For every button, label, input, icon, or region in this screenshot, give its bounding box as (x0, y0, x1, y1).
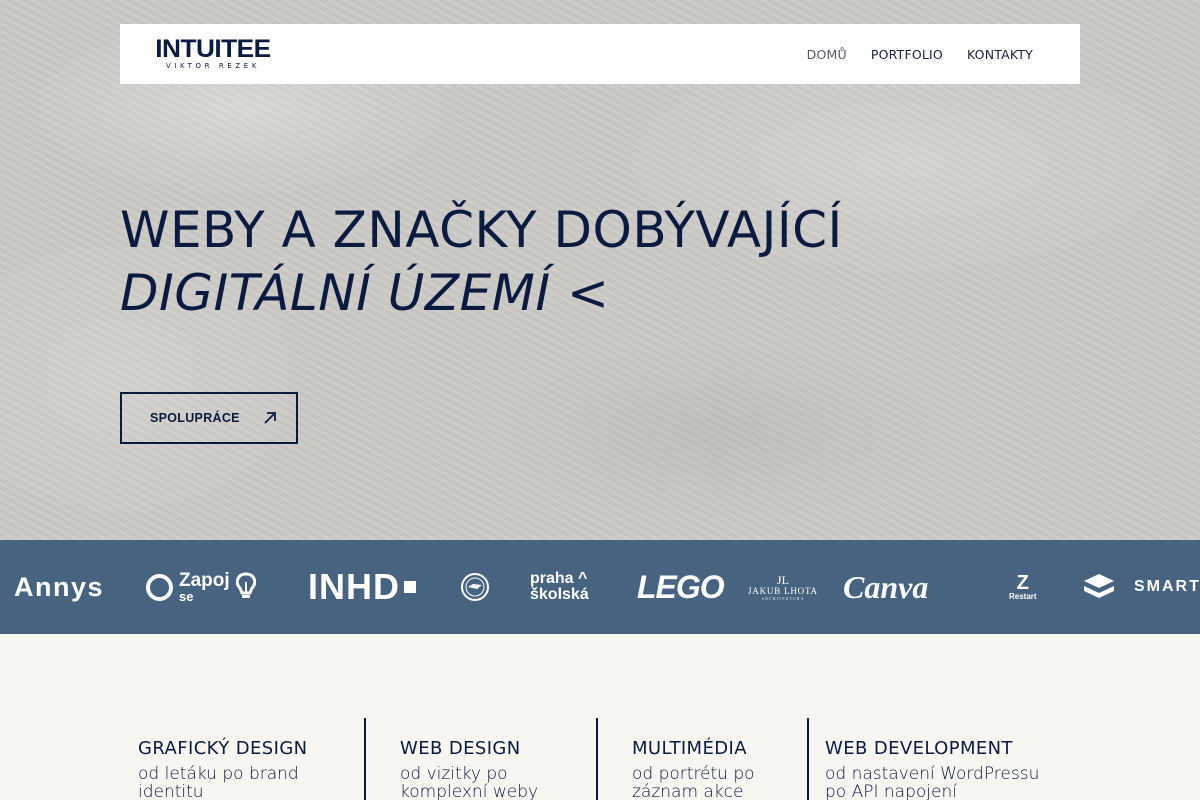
logo-wordmark: INTUITEE (155, 35, 271, 63)
restart-word: Restart (1009, 591, 1037, 601)
client-logo-restart: Z Restart (1009, 540, 1037, 634)
jakub-name: JAKUB LHOTA (748, 585, 818, 596)
client-logo-inhd: INHD (308, 540, 416, 634)
service-divider (364, 718, 366, 800)
canva-wordmark: Canva (843, 568, 929, 605)
zapoj-wordmark: Zapoj se (179, 571, 230, 604)
nav-link-contacts[interactable]: KONTAKTY (967, 47, 1033, 62)
service-divider (596, 718, 598, 800)
nav-link-portfolio[interactable]: PORTFOLIO (871, 47, 943, 62)
service-description-line1: od nastavení WordPressu (825, 764, 1040, 784)
skolska-word: školská (530, 586, 589, 603)
service-title: MULTIMÉDIA (632, 738, 747, 759)
emblem-badge-icon (461, 573, 489, 601)
service-description: od portrétu po záznam akce (632, 765, 755, 800)
site-logo[interactable]: INTUITEE VIKTOR REZEK (154, 35, 272, 71)
zapoj-se-word: se (179, 588, 194, 604)
hero-section: INTUITEE VIKTOR REZEK DOMŮ PORTFOLIO KON… (0, 0, 1200, 540)
service-description-line1: od portrétu po (632, 764, 755, 784)
service-description-line2: po API napojení (825, 782, 957, 800)
service-multimedia: MULTIMÉDIA od portrétu po záznam akce (632, 738, 755, 800)
client-logo-lego: LEGO (637, 540, 725, 634)
zapoj-word: Zapoj (179, 569, 230, 591)
lightbulb-icon (235, 572, 256, 598)
client-logos-strip: Annys Zapoj se INHD praha ^ školská LEGO… (0, 540, 1200, 634)
inhd-square-icon (404, 581, 416, 593)
zapoj-ring-icon (146, 573, 173, 601)
annys-wordmark: Annys (14, 571, 105, 602)
service-description-line1: od letáku po brand (138, 764, 299, 784)
service-description-line1: od vizitky po (400, 764, 508, 784)
service-title: GRAFICKÝ DESIGN (138, 738, 308, 759)
services-section: GRAFICKÝ DESIGN od letáku po brand ident… (0, 634, 1200, 800)
cooperation-button-label: SPOLUPRÁCE (150, 411, 240, 425)
lego-wordmark: LEGO (637, 568, 725, 605)
cooperation-button[interactable]: SPOLUPRÁCE (120, 392, 298, 444)
jakub-subtitle: ARCHITEKTURA (761, 595, 805, 601)
arrow-up-right-icon (264, 412, 276, 424)
restart-mark: Z (1016, 571, 1029, 594)
service-description-line2: identitu (138, 782, 204, 800)
nav-link-home[interactable]: DOMŮ (807, 47, 847, 62)
service-title: WEB DEVELOPMENT (825, 738, 1013, 759)
top-navbar: INTUITEE VIKTOR REZEK DOMŮ PORTFOLIO KON… (120, 24, 1080, 84)
service-description-line2: komplexní weby (400, 782, 539, 800)
hero-headline: WEBY A ZNAČKY DOBÝVAJÍCÍ DIGITÁLNÍ ÚZEMÍ… (120, 200, 1020, 326)
stacked-layers-icon (1084, 574, 1114, 598)
jakub-monogram: JL (776, 572, 789, 587)
service-description: od nastavení WordPressu po API napojení (825, 765, 1039, 800)
praha-word-text: praha (530, 570, 574, 587)
client-logo-smart: SMART (1082, 540, 1200, 634)
service-divider (807, 718, 809, 800)
service-web-design: WEB DESIGN od vizitky po komplexní weby (400, 738, 538, 800)
client-logo-annys: Annys (14, 540, 104, 634)
service-title: WEB DESIGN (400, 738, 521, 759)
house-roof-icon: ^ (578, 570, 588, 587)
service-description-line2: záznam akce (632, 782, 744, 800)
service-graphic-design: GRAFICKÝ DESIGN od letáku po brand ident… (138, 738, 308, 800)
service-description: od vizitky po komplexní weby (400, 765, 538, 800)
service-web-development: WEB DEVELOPMENT od nastavení WordPressu … (825, 738, 1039, 800)
service-description: od letáku po brand identitu (138, 765, 308, 800)
client-logo-jakub-lhota: JL JAKUB LHOTA ARCHITEKTURA (748, 540, 818, 634)
client-logo-zapoj-se: Zapoj se (146, 540, 256, 634)
client-logo-canva: Canva (843, 540, 928, 634)
hero-headline-line2: DIGITÁLNÍ ÚZEMÍ < (120, 264, 610, 322)
praha-word: praha ^ (530, 571, 587, 587)
client-logo-praha-skolska: praha ^ školská (530, 540, 589, 634)
smart-wordmark: SMART (1134, 578, 1200, 595)
hero-headline-line1: WEBY A ZNAČKY DOBÝVAJÍCÍ (120, 201, 843, 259)
inhd-wordmark: INHD (308, 566, 400, 607)
client-logo-emblem (460, 540, 490, 634)
main-nav: DOMŮ PORTFOLIO KONTAKTY (807, 47, 1033, 62)
logo-tagline: VIKTOR REZEK (165, 62, 261, 70)
